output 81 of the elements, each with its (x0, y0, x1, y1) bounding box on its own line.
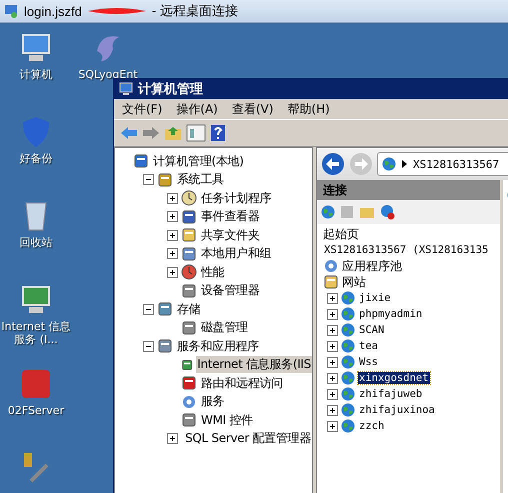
expand-toggle[interactable] (167, 266, 178, 278)
expand-toggle[interactable] (327, 372, 338, 384)
tree-item[interactable]: zhifajuxinoa (358, 404, 436, 416)
expand-toggle[interactable] (327, 340, 338, 352)
tree-item[interactable]: SQL Server 配置管理器 (184, 430, 312, 448)
connect-button[interactable] (321, 205, 335, 219)
remote-desktop-icon (4, 3, 20, 19)
expand-toggle[interactable] (167, 211, 178, 222)
tree-item[interactable]: SCAN (358, 324, 386, 336)
tree-item[interactable]: WMI 控件 (200, 412, 254, 429)
expand-toggle[interactable] (327, 292, 338, 304)
tree-item[interactable]: 系统工具 (176, 171, 225, 188)
menu-item[interactable]: 文件(F) (122, 100, 162, 118)
expand-toggle[interactable] (327, 388, 338, 400)
tree-item[interactable]: 设备管理器 (200, 282, 261, 300)
tree-item[interactable]: 应用程序池 (342, 258, 402, 274)
tree-item[interactable]: 起始页 (323, 226, 359, 242)
collapse-toggle[interactable] (143, 304, 154, 315)
expand-toggle[interactable] (167, 433, 178, 444)
globe-icon (341, 371, 355, 385)
tree-item[interactable]: zhifajuweb (358, 388, 424, 400)
back-button[interactable] (321, 152, 345, 176)
desktop-icon-label[interactable]: 02FServer (0, 404, 72, 417)
expand-toggle[interactable] (167, 192, 178, 204)
globe-icon (341, 339, 355, 353)
desktop-icon-label[interactable]: Internet 信息服务 (I... (0, 320, 72, 346)
tree-item[interactable]: 网站 (342, 274, 366, 290)
globe-icon (341, 387, 355, 401)
tree-item[interactable]: 计算机管理(本地) (152, 152, 245, 170)
expand-toggle[interactable] (327, 324, 338, 336)
globe-icon (341, 355, 355, 369)
expand-toggle[interactable] (167, 248, 178, 260)
address-bar[interactable]: XS12816313567 (377, 152, 508, 176)
tree-item[interactable]: jixie (358, 292, 392, 304)
tree-item[interactable]: zzch (358, 420, 386, 432)
globe-icon (341, 291, 355, 305)
window-title: login.jszfd (24, 4, 82, 18)
collapse-toggle[interactable] (143, 340, 154, 352)
tree-item[interactable]: xinxgosdnet (358, 372, 430, 384)
tree-item[interactable]: 本地用户和组 (200, 245, 272, 262)
help-button[interactable] (210, 124, 226, 142)
tree-item[interactable]: 服务 (200, 393, 226, 410)
show-pane-button[interactable] (186, 124, 206, 142)
tree-item[interactable]: 存储 (176, 300, 202, 318)
breadcrumb-arrow-icon (402, 160, 407, 168)
tree-item[interactable]: 磁盘管理 (200, 319, 249, 336)
desktop-icon-label[interactable]: SQLyogEnt (72, 68, 144, 81)
tree-item[interactable]: 任务计划程序 (200, 190, 272, 207)
tree-item[interactable]: XS12816313567 (XS128163135 (323, 244, 490, 256)
tree-item[interactable]: phpmyadmin (358, 308, 424, 320)
globe-icon (382, 157, 396, 171)
expand-toggle[interactable] (327, 404, 338, 416)
tree-item[interactable]: 路由和远程访问 (200, 374, 284, 392)
expand-toggle[interactable] (327, 356, 338, 368)
globe-icon (341, 307, 355, 321)
tree-item[interactable]: Internet 信息服务(IIS (196, 356, 312, 374)
menu-item[interactable]: 帮助(H) (287, 100, 330, 118)
desktop-icon-label[interactable]: 计算机 (0, 68, 72, 81)
window-title-suffix: - 远程桌面连接 (152, 2, 238, 20)
tree-item[interactable]: 共享文件夹 (200, 226, 261, 244)
tree-item[interactable]: Wss (358, 356, 379, 368)
tree-item[interactable]: 事件查看器 (200, 208, 261, 226)
disconnect-button[interactable] (380, 204, 396, 220)
expand-toggle[interactable] (327, 420, 338, 432)
panel-title: 连接 (323, 182, 347, 198)
desktop-icon-label[interactable]: 回收站 (0, 236, 72, 249)
clock-icon (181, 190, 197, 206)
tree-item[interactable]: 性能 (200, 264, 226, 281)
globe-icon (321, 205, 335, 219)
desktop-icon-label[interactable]: 好备份 (0, 152, 72, 165)
collapse-toggle[interactable] (143, 174, 154, 186)
globe-icon (341, 403, 355, 417)
menu-item[interactable]: 操作(A) (176, 100, 218, 118)
menu-item[interactable]: 查看(V) (232, 100, 274, 118)
expand-toggle[interactable] (167, 230, 178, 241)
tree-item[interactable]: 服务和应用程序 (176, 338, 260, 355)
expand-toggle[interactable] (327, 308, 338, 320)
globe-icon (341, 419, 355, 433)
tree-item[interactable]: tea (358, 340, 379, 352)
globe-icon (341, 323, 355, 337)
window-title: 计算机管理 (138, 81, 203, 98)
